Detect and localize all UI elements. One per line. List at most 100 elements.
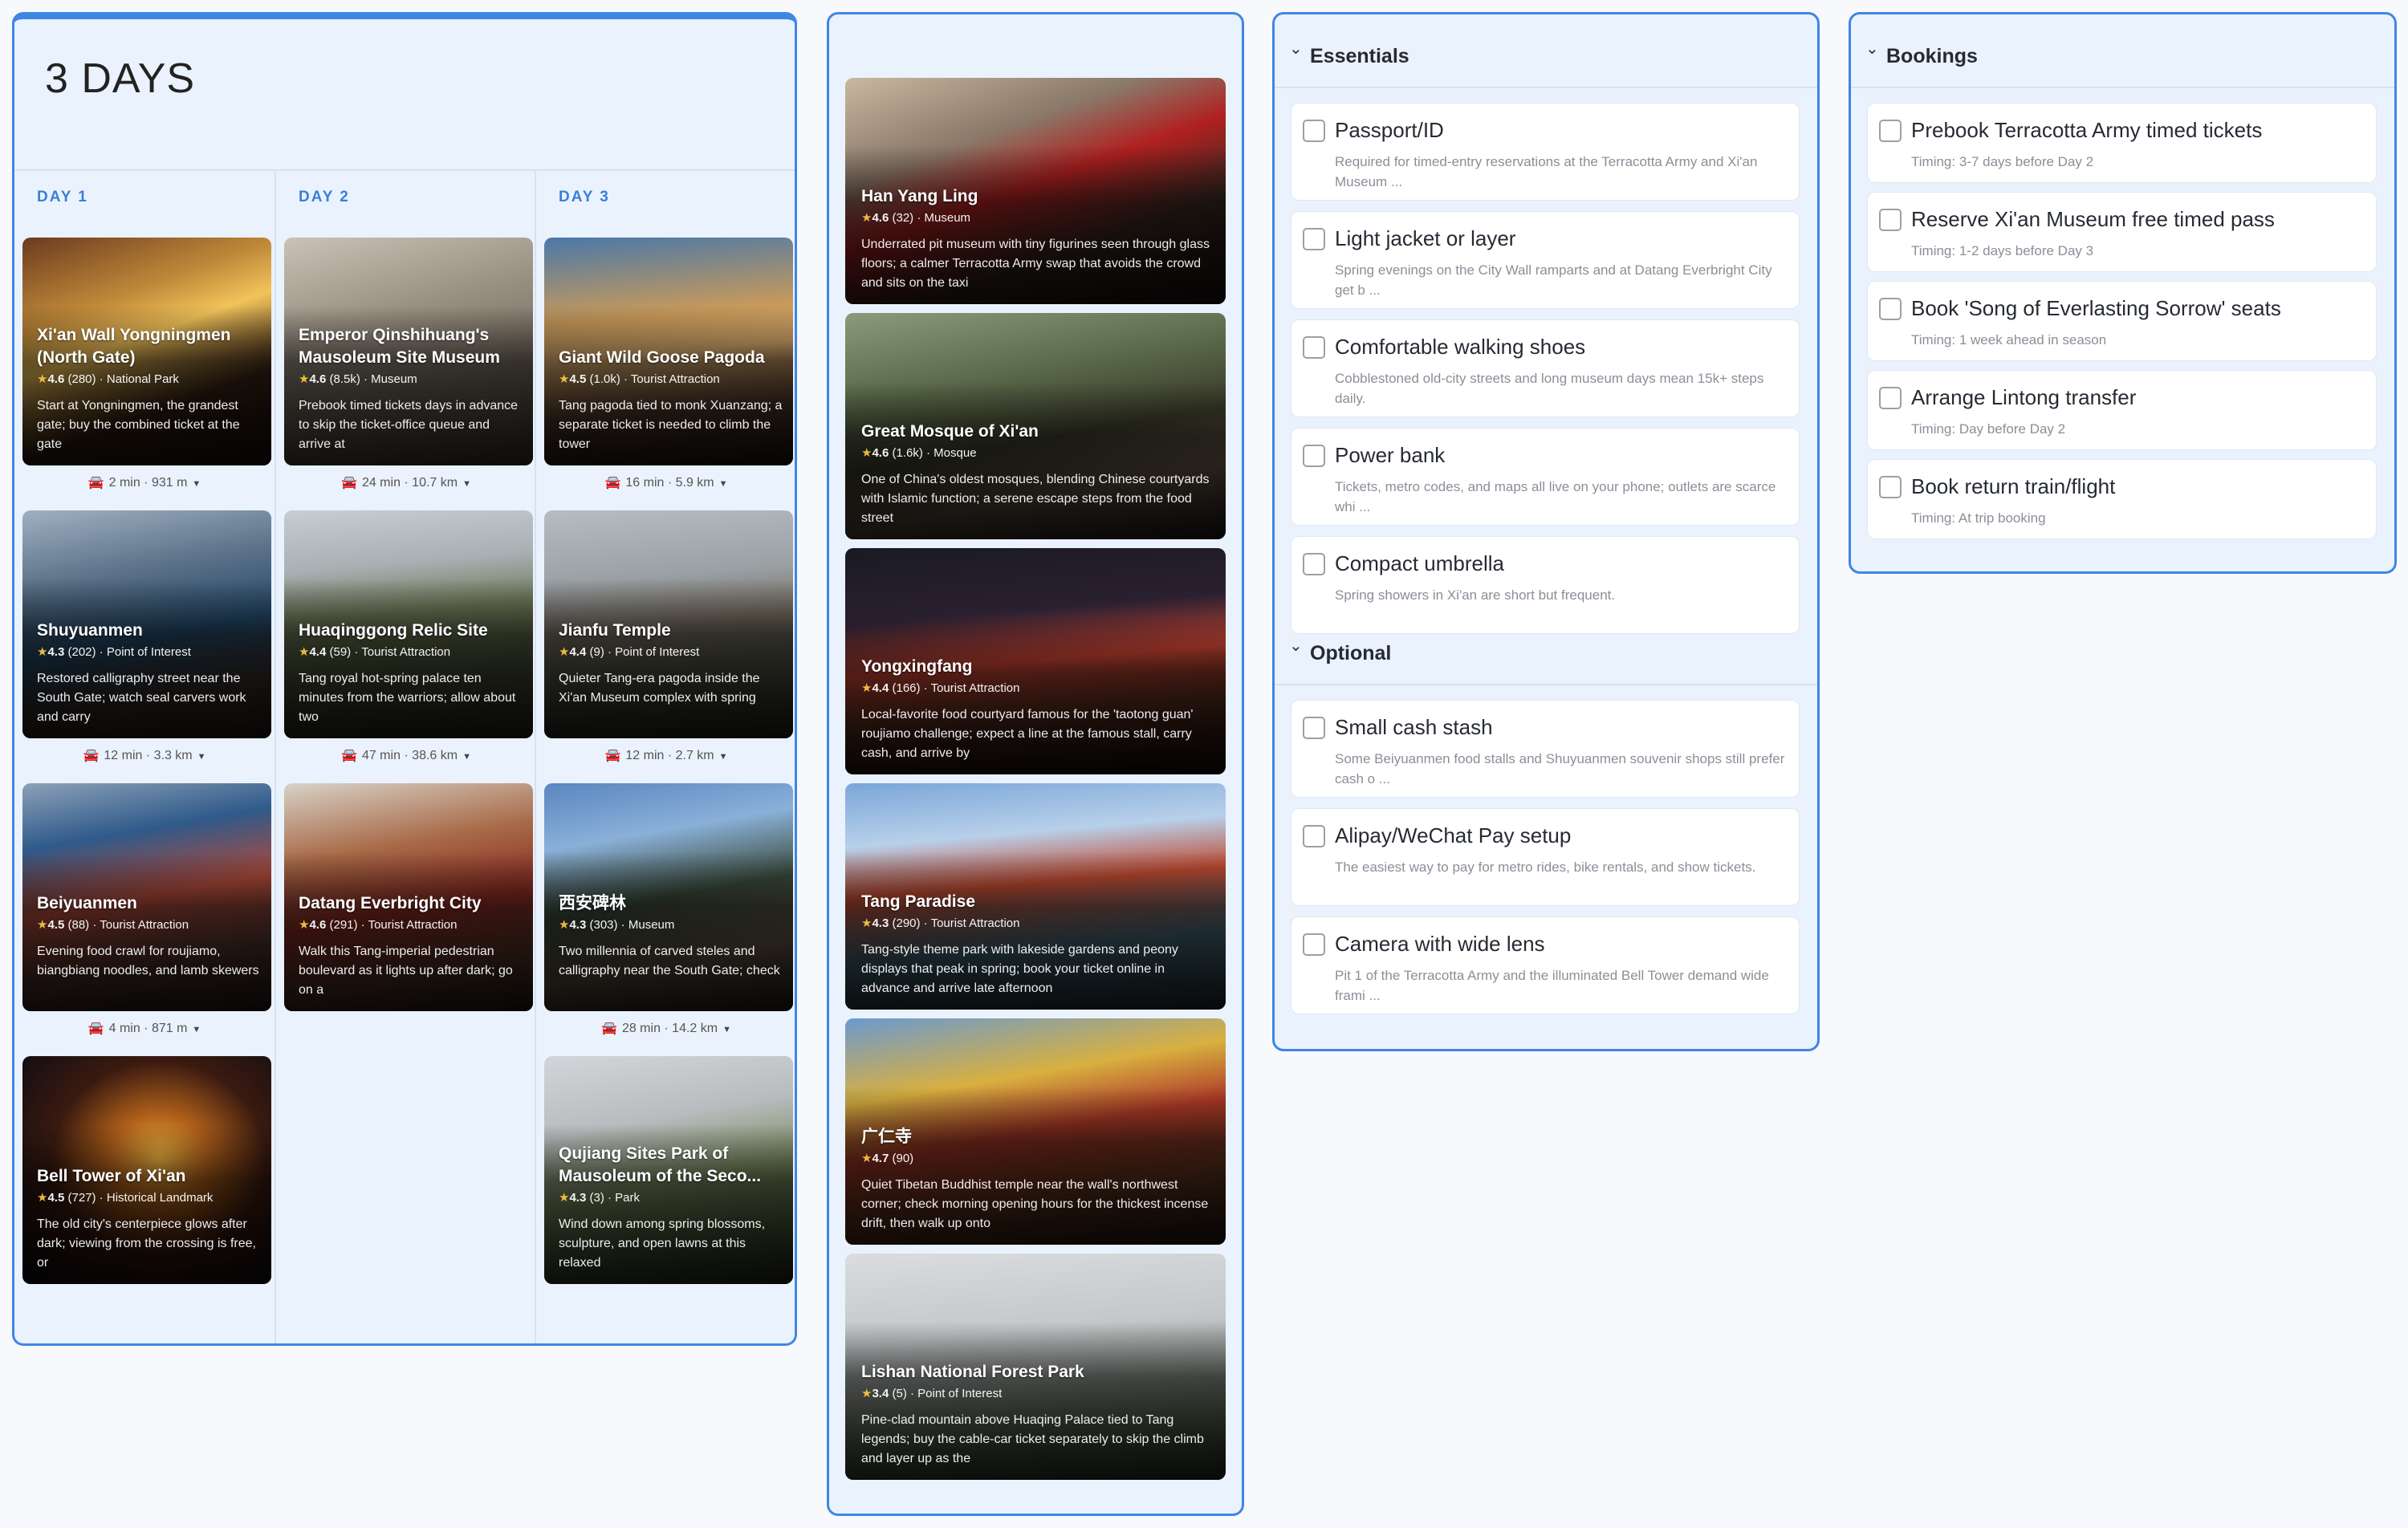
checklist-item[interactable]: Book return train/flight Timing: At trip … (1867, 459, 2377, 539)
review-count: (5) (892, 1387, 907, 1400)
checkbox[interactable] (1303, 120, 1325, 142)
attraction-card[interactable]: Tang Paradise ★4.3 (290) · Tourist Attrac… (845, 783, 1226, 1010)
card-body: Xi'an Wall Yongningmen (North Gate) ★4.6 … (37, 324, 262, 454)
essentials-header[interactable]: ⌄ Essentials (1275, 14, 1817, 88)
optional-title: Optional (1310, 642, 1392, 664)
travel-segment[interactable]: 🚘 47 min · 38.6 km ▼ (276, 744, 536, 768)
star-icon: ★ (37, 645, 48, 659)
attraction-category: Park (615, 1191, 641, 1205)
checklist-item-title: Camera with wide lens (1335, 932, 1545, 956)
checklist-item-note: Timing: 1-2 days before Day 3 (1911, 243, 2094, 258)
car-icon: 🚘 (83, 749, 100, 762)
checkbox[interactable] (1879, 476, 1902, 498)
travel-time-distance: 12 min · 3.3 km (104, 749, 193, 762)
checkbox[interactable] (1303, 933, 1325, 956)
card-body: Datang Everbright City ★4.6 (291) · Touri… (299, 892, 523, 1000)
rating-value: 4.5 (47, 1191, 65, 1205)
rating-value: 3.4 (872, 1387, 889, 1400)
attraction-description: Start at Yongningmen, the grandest gate;… (37, 399, 240, 451)
attraction-category: Point of Interest (106, 645, 191, 659)
checklist-item[interactable]: Light jacket or layer Spring evenings on … (1291, 211, 1800, 309)
bookings-header[interactable]: ⌄ Bookings (1851, 14, 2394, 88)
attraction-card[interactable]: Huaqinggong Relic Site ★4.4 (59) · Touris… (284, 510, 533, 738)
attraction-card[interactable]: Jianfu Temple ★4.4 (9) · Point of Interes… (544, 510, 793, 738)
itinerary-board: 3 DAYS DAY 1 Xi'an Wall Yongningmen (Nort… (12, 12, 797, 1346)
checkbox[interactable] (1303, 228, 1325, 250)
checklist-item[interactable]: Alipay/WeChat Pay setup The easiest way t… (1291, 808, 1800, 906)
checklist-item[interactable]: Small cash stash Some Beiyuanmen food sta… (1291, 700, 1800, 798)
star-icon: ★ (37, 1191, 48, 1205)
attraction-meta: ★4.6 (8.5k) · Museum (299, 372, 417, 386)
rating-value: 4.6 (47, 372, 65, 386)
attraction-name: Emperor Qinshihuang's Mausoleum Site Mus… (299, 326, 500, 367)
checklist-item-title: Small cash stash (1335, 715, 1493, 739)
checklist-item[interactable]: Arrange Lintong transfer Timing: Day befo… (1867, 370, 2377, 450)
checkbox[interactable] (1879, 120, 1902, 142)
star-icon: ★ (299, 645, 310, 659)
rating-value: 4.3 (569, 918, 587, 932)
rating-value: 4.4 (872, 681, 889, 695)
review-count: (32) (892, 211, 914, 225)
attraction-card[interactable]: Giant Wild Goose Pagoda ★4.5 (1.0k) · Tou… (544, 238, 793, 465)
attraction-meta: ★4.5 (88) · Tourist Attraction (37, 918, 189, 932)
attraction-card[interactable]: Beiyuanmen ★4.5 (88) · Tourist Attraction… (22, 783, 271, 1011)
review-count: (280) (67, 372, 96, 386)
travel-segment[interactable]: 🚘 16 min · 5.9 km ▼ (536, 471, 795, 495)
card-body: Han Yang Ling ★4.6 (32) · Museum Underrate… (861, 185, 1211, 293)
checkbox[interactable] (1303, 336, 1325, 359)
checklist-item[interactable]: Comfortable walking shoes Cobblestoned ol… (1291, 319, 1800, 417)
attraction-card[interactable]: Datang Everbright City ★4.6 (291) · Touri… (284, 783, 533, 1011)
card-body: Jianfu Temple ★4.4 (9) · Point of Interes… (559, 620, 783, 727)
checkbox[interactable] (1303, 717, 1325, 739)
attraction-name: Giant Wild Goose Pagoda (559, 348, 765, 367)
checklist-item-note: Timing: 1 week ahead in season (1911, 332, 2107, 347)
attraction-description: Quiet Tibetan Buddhist temple near the w… (861, 1178, 1209, 1230)
attraction-name: Tang Paradise (861, 892, 975, 911)
checklist-item[interactable]: Power bank Tickets, metro codes, and maps… (1291, 428, 1800, 526)
checkbox[interactable] (1303, 825, 1325, 847)
review-count: (59) (329, 645, 352, 659)
travel-time-distance: 24 min · 10.7 km (361, 476, 458, 490)
attraction-card[interactable]: Bell Tower of Xi'an ★4.5 (727) · Historic… (22, 1056, 271, 1284)
attraction-card[interactable]: Shuyuanmen ★4.3 (202) · Point of Interest… (22, 510, 271, 738)
checklist-item-title: Prebook Terracotta Army timed tickets (1911, 118, 2263, 142)
attraction-name: Han Yang Ling (861, 187, 978, 205)
checklist-item[interactable]: Reserve Xi'an Museum free timed pass Timi… (1867, 192, 2377, 272)
day-label: DAY 3 (559, 189, 610, 205)
attraction-meta: ★4.6 (280) · National Park (37, 372, 179, 386)
attraction-card[interactable]: Yongxingfang ★4.4 (166) · Tourist Attract… (845, 548, 1226, 774)
caret-down-icon: ▼ (718, 752, 728, 762)
attraction-card[interactable]: Emperor Qinshihuang's Mausoleum Site Mus… (284, 238, 533, 465)
checklist-item[interactable]: Prebook Terracotta Army timed tickets Tim… (1867, 103, 2377, 183)
optional-header[interactable]: ⌄ Optional (1275, 612, 1817, 685)
travel-segment[interactable]: 🚘 12 min · 2.7 km ▼ (536, 744, 795, 768)
attraction-card[interactable]: 西安碑林 ★4.3 (303) · Museum Two millennia of … (544, 783, 793, 1011)
star-icon: ★ (861, 1152, 872, 1165)
travel-segment[interactable]: 🚘 12 min · 3.3 km ▼ (14, 744, 275, 768)
checkbox[interactable] (1879, 298, 1902, 320)
travel-segment[interactable]: 🚘 24 min · 10.7 km ▼ (276, 471, 536, 495)
card-body: Qujiang Sites Park of Mausoleum of the S… (559, 1143, 783, 1273)
travel-segment[interactable]: 🚘 2 min · 931 m ▼ (14, 471, 275, 495)
checklist-item[interactable]: Passport/ID Required for timed-entry rese… (1291, 103, 1800, 201)
checkbox[interactable] (1879, 209, 1902, 231)
attraction-card[interactable]: Lishan National Forest Park ★3.4 (5) · Po… (845, 1254, 1226, 1480)
attraction-card[interactable]: Xi'an Wall Yongningmen (North Gate) ★4.6 … (22, 238, 271, 465)
checklist-item-title: Passport/ID (1335, 118, 1444, 142)
checklist-item[interactable]: Camera with wide lens Pit 1 of the Terrac… (1291, 916, 1800, 1014)
attraction-card[interactable]: Qujiang Sites Park of Mausoleum of the S… (544, 1056, 793, 1284)
checkbox[interactable] (1303, 445, 1325, 467)
checklist-item[interactable]: Book 'Song of Everlasting Sorrow' seats T… (1867, 281, 2377, 361)
travel-segment[interactable]: 🚘 4 min · 871 m ▼ (14, 1017, 275, 1041)
checkbox[interactable] (1879, 387, 1902, 409)
attraction-description: Tang pagoda tied to monk Xuanzang; a sep… (559, 399, 783, 451)
attraction-category: National Park (106, 372, 179, 386)
bookings-checklist: ⌄ Bookings Prebook Terracotta Army timed… (1849, 12, 2397, 574)
checkbox[interactable] (1303, 553, 1325, 575)
attraction-card[interactable]: Han Yang Ling ★4.6 (32) · Museum Underrate… (845, 78, 1226, 304)
attraction-card[interactable]: 广仁寺 ★4.7 (90) Quiet Tibetan Buddhist templ… (845, 1018, 1226, 1245)
travel-time-distance: 16 min · 5.9 km (625, 476, 714, 490)
travel-segment[interactable]: 🚘 28 min · 14.2 km ▼ (536, 1017, 795, 1041)
attraction-card[interactable]: Great Mosque of Xi'an ★4.6 (1.6k) · Mosqu… (845, 313, 1226, 539)
caret-down-icon: ▼ (192, 479, 201, 489)
